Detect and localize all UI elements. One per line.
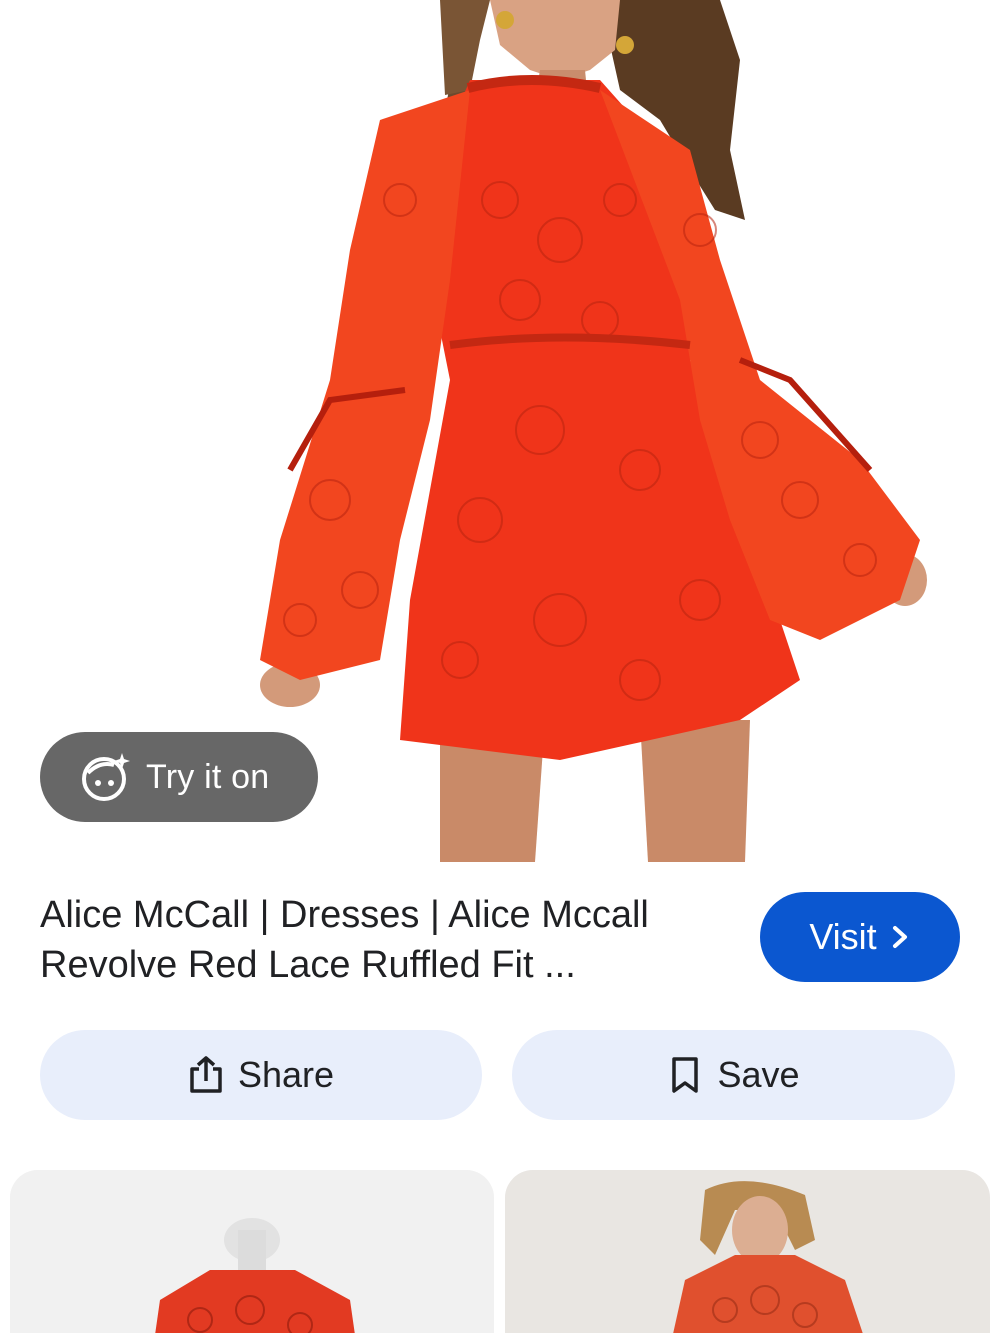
share-button[interactable]: Share <box>40 1030 482 1120</box>
chevron-right-icon <box>892 926 907 948</box>
share-icon <box>190 1056 222 1093</box>
try-it-on-label: Try it on <box>146 757 270 796</box>
share-label: Share <box>237 1054 335 1095</box>
related-item-image <box>505 1170 990 1333</box>
related-item-image <box>10 1170 494 1333</box>
save-button[interactable]: Save <box>512 1030 955 1120</box>
product-image[interactable]: Try it on <box>0 0 1000 862</box>
product-title-line-2: Revolve Red Lace Ruffled Fit ... <box>40 944 576 986</box>
visit-button[interactable]: Visit <box>760 892 960 982</box>
try-it-on-button[interactable]: Try it on <box>40 732 318 822</box>
product-title-line-1: Alice McCall | Dresses | Alice Mccall <box>40 894 649 936</box>
product-title[interactable]: Alice McCall | Dresses | Alice Mccall Re… <box>40 890 720 990</box>
visit-label: Visit <box>809 916 877 957</box>
bookmark-icon <box>672 1057 699 1093</box>
related-item-card[interactable] <box>10 1170 494 1333</box>
face-sparkle-icon <box>82 753 130 801</box>
related-item-card[interactable] <box>505 1170 990 1333</box>
save-label: Save <box>717 1054 800 1095</box>
